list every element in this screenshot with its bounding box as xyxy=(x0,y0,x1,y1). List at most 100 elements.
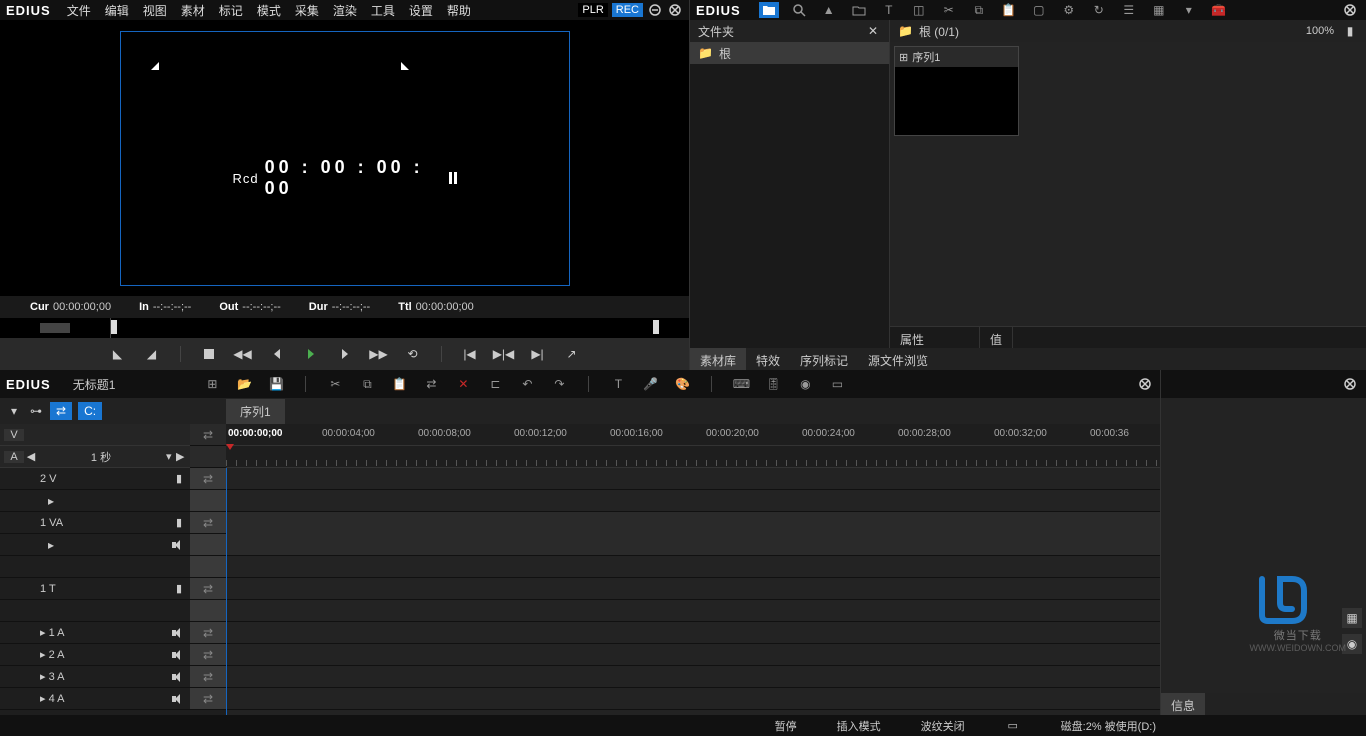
bin-zoom[interactable]: 100% xyxy=(1306,25,1334,37)
tl-link-icon[interactable]: ⊶ xyxy=(28,403,44,419)
track-2v[interactable]: 2 V▮ xyxy=(0,468,190,490)
rec-badge[interactable]: REC xyxy=(612,3,643,17)
play-button[interactable] xyxy=(299,344,323,364)
export-button[interactable]: ↗ xyxy=(560,344,584,364)
up-folder-icon[interactable]: ▲ xyxy=(819,2,839,18)
lock-icon[interactable]: ▮ xyxy=(176,516,182,529)
timeline-content[interactable]: 00:00:00;00 00:00:04;00 00:00:08;00 00:0… xyxy=(226,424,1160,715)
menu-mode[interactable]: 模式 xyxy=(251,0,287,21)
folder-close-icon[interactable]: ✕ xyxy=(865,23,881,39)
list-icon[interactable]: ☰ xyxy=(1119,2,1139,18)
fastfwd-button[interactable]: ▶▶ xyxy=(367,344,391,364)
tl-new-icon[interactable]: ⊞ xyxy=(203,376,221,392)
menu-clip[interactable]: 素材 xyxy=(175,0,211,21)
expand-icon[interactable]: ▸ xyxy=(48,494,54,508)
tl-layout-icon[interactable]: ▭ xyxy=(828,376,846,392)
tab-browser[interactable]: 源文件浏览 xyxy=(858,348,938,370)
prop-attr-header[interactable]: 属性 xyxy=(890,327,980,348)
tl-snap-icon[interactable]: ▾ xyxy=(6,403,22,419)
tab-info[interactable]: 信息 xyxy=(1161,693,1205,715)
insert-mode-button[interactable]: ⇄ xyxy=(50,402,72,420)
menu-edit[interactable]: 编辑 xyxy=(99,0,135,21)
search-icon[interactable] xyxy=(789,2,809,18)
tl-close-icon[interactable] xyxy=(1136,376,1154,392)
tab-bin[interactable]: 素材库 xyxy=(690,348,746,370)
next-frame-button[interactable] xyxy=(333,344,357,364)
overwrite-mode-button[interactable]: C: xyxy=(78,402,102,420)
menu-capture[interactable]: 采集 xyxy=(289,0,325,21)
tl-kbd-icon[interactable]: ⌨ xyxy=(732,376,750,392)
rewind-button[interactable]: ◀◀ xyxy=(231,344,255,364)
tl-copy-icon[interactable]: ⧉ xyxy=(358,376,376,392)
track-1a[interactable]: ▸ 1 A xyxy=(0,622,190,644)
tl-scope-icon[interactable]: ◉ xyxy=(796,376,814,392)
track-1va[interactable]: 1 VA▮ xyxy=(0,512,190,534)
menu-marker[interactable]: 标记 xyxy=(213,0,249,21)
tc-dur[interactable]: --:--:--;-- xyxy=(332,301,370,313)
tc-in[interactable]: --:--:--;-- xyxy=(153,301,191,313)
tl-split-icon[interactable]: ⊏ xyxy=(486,376,504,392)
zoom-slider-icon[interactable]: ▮ xyxy=(1342,23,1358,39)
menu-render[interactable]: 渲染 xyxy=(327,0,363,21)
bin-clip[interactable]: ⊞序列1 xyxy=(894,46,1019,136)
bin-close-icon[interactable] xyxy=(1340,2,1360,18)
loop-button[interactable]: ⟲ xyxy=(401,344,425,364)
lock-icon[interactable]: ▮ xyxy=(176,582,182,595)
tl-voice-icon[interactable]: 🎤 xyxy=(641,376,659,392)
tl-title-icon[interactable]: T xyxy=(609,376,627,392)
cut-icon[interactable]: ✂ xyxy=(939,2,959,18)
tc-ttl[interactable]: 00:00:00;00 xyxy=(416,301,474,313)
grid-icon[interactable]: ▦ xyxy=(1149,2,1169,18)
menu-file[interactable]: 文件 xyxy=(61,0,97,21)
tl-delete-icon[interactable]: ✕ xyxy=(454,376,472,392)
close-icon[interactable] xyxy=(667,2,683,18)
playhead-icon[interactable] xyxy=(226,444,234,450)
expand-icon[interactable]: ▸ xyxy=(48,538,54,552)
prop-val-header[interactable]: 值 xyxy=(980,327,1013,348)
scrub-bar[interactable] xyxy=(0,318,689,338)
gutter-sync-icon[interactable]: ⇄ xyxy=(190,424,226,446)
speaker-icon[interactable] xyxy=(172,694,182,704)
tl-save-icon[interactable]: 💾 xyxy=(267,376,285,392)
minimize-icon[interactable] xyxy=(647,2,663,18)
tl-paste-icon[interactable]: 📋 xyxy=(390,376,408,392)
track-4a[interactable]: ▸ 4 A xyxy=(0,688,190,710)
speaker-icon[interactable] xyxy=(172,672,182,682)
go-in-button[interactable]: |◀ xyxy=(458,344,482,364)
settings-icon[interactable]: ⚙ xyxy=(1059,2,1079,18)
stop-button[interactable] xyxy=(197,344,221,364)
scale-right-icon[interactable]: ▶ xyxy=(176,450,186,463)
track-1t[interactable]: 1 T▮ xyxy=(0,578,190,600)
speaker-icon[interactable] xyxy=(172,650,182,660)
go-out-button[interactable]: ▶| xyxy=(526,344,550,364)
plr-badge[interactable]: PLR xyxy=(578,3,607,17)
speaker-icon[interactable] xyxy=(172,628,182,638)
lock-icon[interactable]: ▮ xyxy=(176,472,182,485)
tc-out[interactable]: --:--:--;-- xyxy=(242,301,280,313)
tl-redo-icon[interactable]: ↷ xyxy=(550,376,568,392)
info-close-icon[interactable] xyxy=(1342,376,1358,392)
set-out-button[interactable]: ◢ xyxy=(140,344,164,364)
new-seq-icon[interactable]: ◫ xyxy=(909,2,929,18)
scale-left-icon[interactable]: ◀ xyxy=(26,450,36,463)
v-patch-button[interactable]: V xyxy=(4,429,24,441)
menu-tools[interactable]: 工具 xyxy=(365,0,401,21)
go-cut-button[interactable]: ▶|◀ xyxy=(492,344,516,364)
set-in-button[interactable]: ◣ xyxy=(106,344,130,364)
title-icon[interactable]: T xyxy=(879,2,899,18)
sequence-tab[interactable]: 序列1 xyxy=(226,399,285,424)
toolbox-icon[interactable]: 🧰 xyxy=(1209,2,1229,18)
dropdown-icon[interactable]: ▾ xyxy=(1179,2,1199,18)
tl-mixer-icon[interactable]: 🎚 xyxy=(764,376,782,392)
paste-icon[interactable]: 📋 xyxy=(999,2,1019,18)
tl-ripple-icon[interactable]: ⇄ xyxy=(422,376,440,392)
status-monitor-icon[interactable]: ▭ xyxy=(1005,718,1021,734)
tab-markers[interactable]: 序列标记 xyxy=(790,348,858,370)
folder-icon[interactable] xyxy=(759,2,779,18)
bin-items-area[interactable]: ⊞序列1 xyxy=(890,42,1366,326)
folder-root[interactable]: 📁 根 xyxy=(690,42,889,64)
tab-effects[interactable]: 特效 xyxy=(746,348,790,370)
prev-frame-button[interactable] xyxy=(265,344,289,364)
copy-icon[interactable]: ⧉ xyxy=(969,2,989,18)
monitor-icon[interactable]: ▢ xyxy=(1029,2,1049,18)
